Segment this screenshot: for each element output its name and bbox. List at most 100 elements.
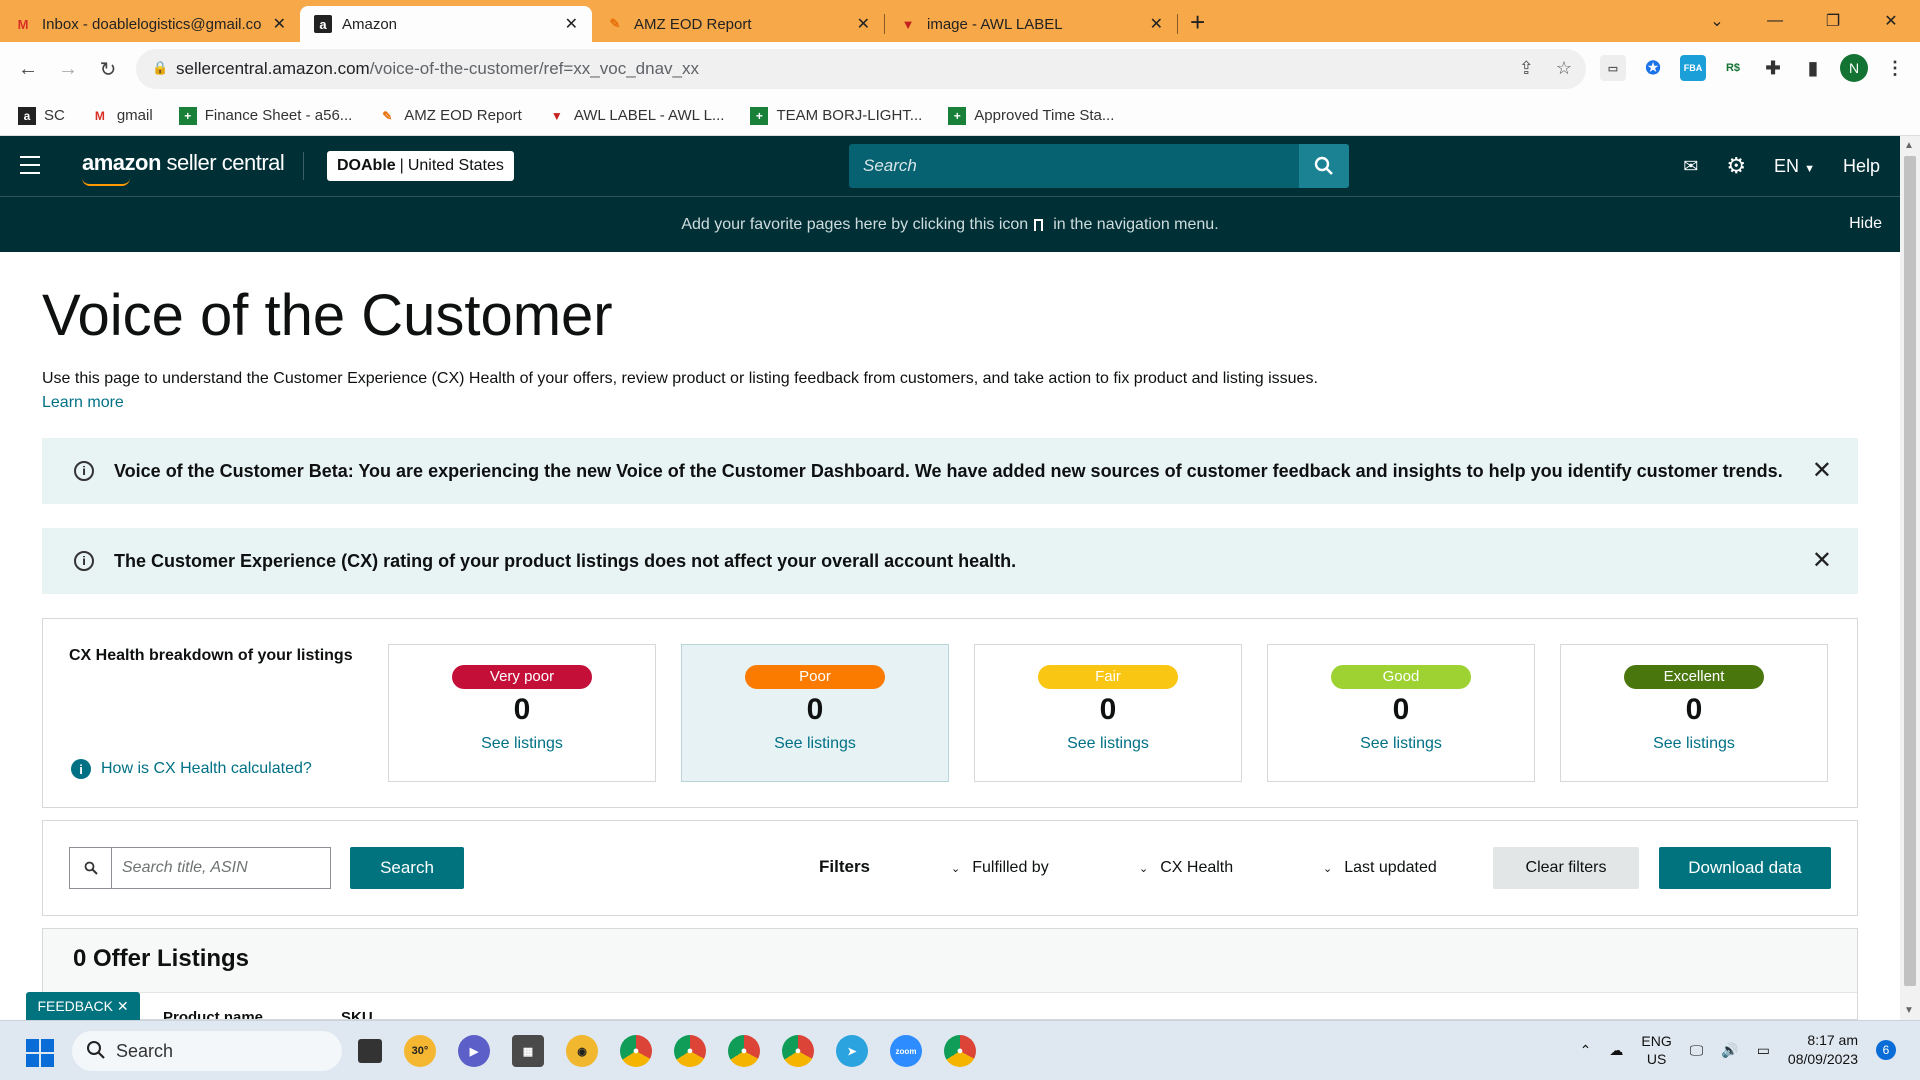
reload-icon[interactable]: ↻ — [88, 57, 128, 82]
see-listings-link[interactable]: See listings — [682, 735, 948, 753]
battery-icon[interactable]: ▭ — [1757, 1042, 1770, 1059]
help-link[interactable]: Help — [1843, 156, 1880, 177]
close-icon[interactable]: ✕ — [117, 998, 129, 1015]
bookmark-gmail[interactable]: Mgmail — [91, 107, 153, 125]
forward-icon[interactable]: → — [48, 58, 88, 81]
bookmark-sc[interactable]: a SC — [18, 106, 65, 125]
mail-icon[interactable]: ✉ — [1683, 156, 1698, 177]
input-language[interactable]: ENG US — [1641, 1032, 1671, 1068]
clock[interactable]: 8:17 am 08/09/2023 — [1788, 1031, 1858, 1069]
close-tab-icon[interactable]: ✕ — [565, 14, 578, 34]
cx-health-dropdown[interactable]: ⌄ CX Health — [1139, 859, 1233, 877]
cx-tile-very-poor[interactable]: Very poor 0 See listings — [388, 644, 656, 782]
cx-tile-fair[interactable]: Fair 0 See listings — [974, 644, 1242, 782]
extension-icon[interactable]: ✪ — [1640, 55, 1666, 81]
bookmark-approved-time[interactable]: + Approved Time Sta... — [948, 106, 1114, 125]
new-tab-icon[interactable]: + — [1190, 7, 1205, 38]
windows-start-icon[interactable] — [26, 1039, 54, 1067]
cx-tile-good[interactable]: Good 0 See listings — [1267, 644, 1535, 782]
app-icon[interactable]: ◉ — [566, 1035, 598, 1067]
restore-icon[interactable]: ❐ — [1804, 11, 1862, 31]
download-data-button[interactable]: Download data — [1659, 847, 1831, 889]
bookmark-team-borj[interactable]: + TEAM BORJ-LIGHT... — [750, 106, 922, 125]
cloud-icon[interactable]: ☁ — [1609, 1042, 1623, 1059]
gear-icon[interactable]: ⚙ — [1726, 153, 1746, 179]
meet-icon[interactable]: ▶ — [458, 1035, 490, 1067]
learn-more-link[interactable]: Learn more — [42, 394, 124, 412]
side-panel-icon[interactable]: ▮ — [1800, 55, 1826, 81]
scroll-up-icon[interactable]: ▲ — [1904, 140, 1914, 151]
chrome-icon[interactable]: ● — [728, 1035, 760, 1067]
scroll-down-icon[interactable]: ▼ — [1904, 1005, 1914, 1016]
feedback-button[interactable]: FEEDBACK ✕ — [26, 992, 140, 1020]
extension-icon[interactable]: FBA — [1680, 55, 1706, 81]
clear-filters-button[interactable]: Clear filters — [1493, 847, 1639, 889]
tab-search-chevron-icon[interactable]: ⌄ — [1688, 11, 1746, 31]
listing-search-button[interactable]: Search — [350, 847, 464, 889]
minimize-icon[interactable]: — — [1746, 12, 1804, 30]
extension-icon[interactable]: ▭ — [1600, 55, 1626, 81]
close-icon[interactable]: ✕ — [1812, 456, 1832, 485]
bookmark-finance-sheet[interactable]: + Finance Sheet - a56... — [178, 106, 352, 125]
close-tab-icon[interactable]: ✕ — [857, 14, 870, 34]
task-view-icon[interactable] — [358, 1039, 382, 1063]
chrome-icon[interactable]: ● — [782, 1035, 814, 1067]
column-sku[interactable]: SKU — [341, 1009, 373, 1019]
bookmark-amz-eod[interactable]: ✎ AMZ EOD Report — [378, 107, 522, 125]
tab-gmail[interactable]: M Inbox - doablelogistics@gmail.co ✕ — [0, 6, 300, 42]
global-search-input[interactable] — [849, 144, 1299, 188]
tab-title: image - AWL LABEL — [927, 15, 1063, 33]
bookmark-awl-label[interactable]: ▼ AWL LABEL - AWL L... — [548, 107, 725, 125]
see-listings-link[interactable]: See listings — [1561, 735, 1827, 753]
see-listings-link[interactable]: See listings — [1268, 735, 1534, 753]
weather-icon[interactable]: 30° — [404, 1035, 436, 1067]
hamburger-menu-icon[interactable] — [20, 156, 40, 180]
chevron-up-icon[interactable]: ⌃ — [1580, 1042, 1592, 1059]
chrome-icon[interactable]: ● — [620, 1035, 652, 1067]
hide-favorites-button[interactable]: Hide — [1849, 215, 1882, 233]
telegram-icon[interactable]: ➤ — [836, 1035, 868, 1067]
taskbar-search[interactable]: Search — [72, 1031, 342, 1071]
see-listings-link[interactable]: See listings — [975, 735, 1241, 753]
scrollbar-thumb[interactable] — [1904, 156, 1916, 986]
close-window-icon[interactable]: ✕ — [1862, 11, 1920, 31]
close-tab-icon[interactable]: ✕ — [1150, 14, 1163, 34]
see-listings-link[interactable]: See listings — [389, 735, 655, 753]
url-bar[interactable]: 🔒 sellercentral.amazon.com/voice-of-the-… — [136, 49, 1586, 89]
fulfilled-by-dropdown[interactable]: ⌄ Fulfilled by — [951, 859, 1049, 877]
chrome-icon[interactable]: ● — [674, 1035, 706, 1067]
feather-icon: ✎ — [382, 108, 393, 123]
account-switcher[interactable]: DOAble | United States — [327, 151, 514, 181]
back-icon[interactable]: ← — [8, 58, 48, 81]
chrome-icon[interactable]: ● — [944, 1035, 976, 1067]
calculator-icon[interactable]: ▦ — [512, 1035, 544, 1067]
seller-central-logo[interactable]: amazon seller central — [82, 150, 285, 186]
profile-avatar[interactable]: N — [1840, 54, 1868, 82]
tab-amz-eod[interactable]: ✎ AMZ EOD Report ✕ — [592, 6, 884, 42]
browser-tab-bar: M Inbox - doablelogistics@gmail.co ✕ a A… — [0, 0, 1920, 42]
tab-amazon[interactable]: a Amazon ✕ — [300, 6, 592, 42]
column-product-name[interactable]: Product name — [163, 1009, 263, 1019]
cx-tile-poor[interactable]: Poor 0 See listings — [681, 644, 949, 782]
last-updated-dropdown[interactable]: ⌄ Last updated — [1323, 859, 1437, 877]
volume-icon[interactable]: 🔊 — [1721, 1042, 1738, 1059]
page-scrollbar[interactable]: ▲ ▼ — [1900, 136, 1920, 1020]
language-selector[interactable]: EN ▼ — [1774, 156, 1815, 177]
zoom-icon[interactable]: zoom — [890, 1035, 922, 1067]
extension-icon[interactable]: R$ — [1720, 55, 1746, 81]
search-button[interactable] — [1299, 144, 1349, 188]
puzzle-icon[interactable]: ✚ — [1760, 55, 1786, 81]
lock-icon[interactable]: 🔒 — [152, 60, 168, 76]
cx-tile-excellent[interactable]: Excellent 0 See listings — [1560, 644, 1828, 782]
filter-card: Search Filters ⌄Fulfilled by ⌄CX Health … — [42, 820, 1858, 916]
kebab-menu-icon[interactable]: ⋮ — [1882, 55, 1908, 81]
close-tab-icon[interactable]: ✕ — [273, 14, 286, 34]
share-icon[interactable]: ⇪ — [1519, 58, 1534, 79]
network-icon[interactable]: 🖵 — [1690, 1042, 1704, 1059]
listing-search-input[interactable] — [114, 848, 324, 888]
close-icon[interactable]: ✕ — [1812, 546, 1832, 575]
cx-health-how-link[interactable]: i How is CX Health calculated? — [71, 759, 312, 779]
bookmark-star-icon[interactable]: ☆ — [1556, 58, 1572, 79]
notification-badge[interactable]: 6 — [1876, 1040, 1896, 1060]
tab-awl-label[interactable]: ▼ image - AWL LABEL ✕ — [885, 6, 1177, 42]
